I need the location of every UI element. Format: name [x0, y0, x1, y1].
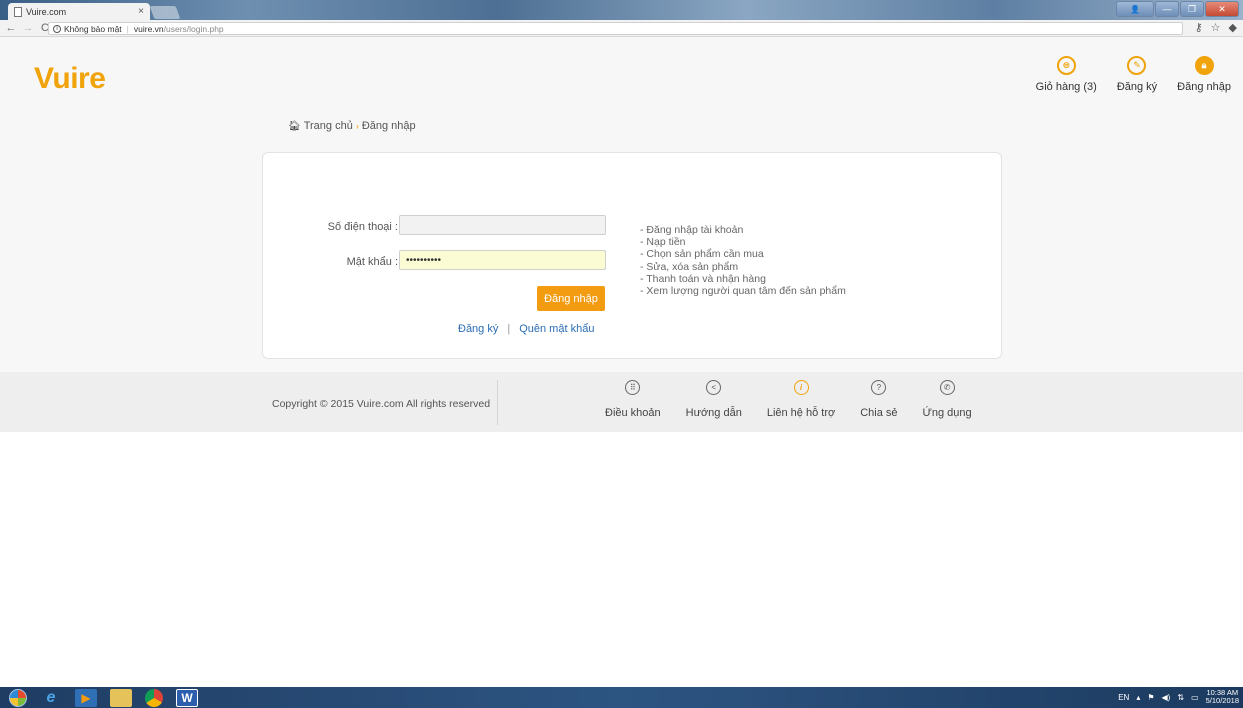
user-profile-button[interactable]: 👤	[1116, 1, 1154, 17]
new-tab-button[interactable]	[149, 6, 181, 19]
system-tray: EN ▴ ⚑ ◀) ⇅ ▭ 10:38 AM 5/10/2018	[1111, 689, 1239, 705]
question-icon: ?	[871, 380, 887, 395]
footer-nav-share[interactable]: ? Chia sẻ	[860, 380, 898, 419]
browser-tab[interactable]: Vuire.com ×	[8, 3, 150, 20]
share-icon: <	[706, 380, 722, 395]
header-nav-login[interactable]: 🔒︎ Đăng nhập	[1177, 56, 1231, 93]
login-button[interactable]: Đăng nhập	[537, 286, 605, 311]
link-separator: |	[507, 323, 511, 335]
key-icon[interactable]: ⚷	[1195, 21, 1203, 34]
login-card: Số điện thoại : Mật khẩu : Đăng nhập Đăn…	[262, 152, 1002, 359]
footer-nav-label: Liên hệ hỗ trợ	[766, 407, 836, 419]
home-icon: 🏠︎	[288, 120, 301, 132]
chevron-right-icon: ›	[355, 121, 359, 131]
extension-icon[interactable]: ◆	[1229, 21, 1237, 34]
browser-tabstrip: Vuire.com × 👤 — ❐ ✕	[0, 0, 1243, 20]
info-icon: i	[793, 380, 809, 395]
maximize-button[interactable]: ❐	[1180, 1, 1204, 17]
footer-nav-label: Chia sẻ	[860, 407, 898, 419]
flag-icon[interactable]: ⚑	[1147, 693, 1154, 702]
breadcrumb: 🏠︎ Trang chủ › Đăng nhập	[288, 120, 416, 132]
tray-chevron-icon[interactable]: ▴	[1136, 693, 1140, 702]
lock-icon: 🔒︎	[1194, 56, 1214, 75]
feature-item: - Xem lượng người quan tâm đến sản phẩm	[640, 285, 846, 298]
back-icon[interactable]: ←	[4, 22, 18, 34]
toolbar-actions: ⚷ ☆ ◆	[1195, 21, 1237, 34]
start-button[interactable]	[9, 688, 27, 707]
password-label: Mật khẩu :	[346, 256, 398, 268]
footer-nav-guide[interactable]: < Hướng dẫn	[686, 380, 742, 419]
site-logo[interactable]: Vuire	[34, 62, 106, 96]
action-center-icon[interactable]: ▭	[1191, 693, 1199, 702]
footer-nav-label: Hướng dẫn	[685, 407, 742, 419]
clock-date: 5/10/2018	[1205, 696, 1239, 705]
footer-nav-support[interactable]: i Liên hệ hỗ trợ	[767, 380, 835, 419]
security-label: Không bảo mật	[64, 23, 122, 34]
tab-title: Vuire.com	[26, 6, 67, 17]
forgot-password-link[interactable]: Quên mật khẩu	[519, 323, 594, 335]
ie-icon[interactable]: e	[40, 689, 62, 707]
pen-icon: ✎	[1127, 56, 1147, 75]
site-footer: Copyright © 2015 Vuire.com All rights re…	[0, 372, 1243, 432]
forward-icon[interactable]: →	[21, 22, 35, 34]
url-separator: |	[126, 23, 129, 34]
file-explorer-icon[interactable]	[110, 688, 132, 707]
page-blank-area	[0, 432, 1243, 687]
footer-nav: ⠿ Điều khoản < Hướng dẫn i Liên hệ hỗ tr…	[605, 380, 997, 419]
phone-icon: ✆	[939, 380, 955, 395]
word-icon[interactable]: W	[176, 688, 198, 707]
password-input[interactable]	[399, 250, 606, 270]
feature-item: - Thanh toán và nhận hàng	[640, 272, 766, 285]
footer-nav-apps[interactable]: ✆ Ứng dụng	[923, 380, 972, 419]
url-domain: vuire.vn	[133, 23, 164, 34]
footer-nav-label: Điều khoản	[605, 407, 661, 419]
language-indicator[interactable]: EN	[1118, 693, 1129, 702]
feature-item: - Chọn sản phẩm cần mua	[640, 248, 764, 261]
minimize-button[interactable]: —	[1155, 1, 1179, 17]
footer-divider	[497, 380, 498, 425]
feature-list: - Đăng nhập tài khoản - Nạp tiền - Chọn …	[640, 224, 846, 297]
header-nav-label: Giỏ hàng (3)	[1035, 81, 1097, 93]
header-nav-label: Đăng ký	[1116, 81, 1158, 93]
os-taskbar: e ▶ W EN ▴ ⚑ ◀) ⇅ ▭ 10:38 AM 5/10/2018	[0, 687, 1243, 708]
cart-icon: ⊜	[1056, 56, 1076, 75]
phone-label: Số điện thoại :	[327, 221, 398, 233]
breadcrumb-current: Đăng nhập	[361, 120, 416, 132]
bookmark-star-icon[interactable]: ☆	[1211, 21, 1221, 34]
info-icon[interactable]: i	[53, 24, 61, 33]
copyright-text: Copyright © 2015 Vuire.com All rights re…	[272, 398, 491, 410]
grid-icon: ⠿	[625, 380, 641, 395]
chrome-icon[interactable]	[145, 688, 163, 707]
tab-close-icon[interactable]: ×	[138, 6, 144, 17]
clock[interactable]: 10:38 AM 5/10/2018	[1206, 689, 1239, 705]
header-nav-register[interactable]: ✎ Đăng ký	[1117, 56, 1157, 93]
footer-nav-label: Ứng dụng	[922, 407, 972, 419]
header-nav: ⊜ Giỏ hàng (3) ✎ Đăng ký 🔒︎ Đăng nhập	[1016, 56, 1231, 93]
feature-item: - Đăng nhập tài khoản	[640, 224, 744, 236]
login-links: Đăng ký | Quên mật khẩu	[458, 323, 594, 335]
header-nav-label: Đăng nhập	[1177, 81, 1231, 93]
page-icon	[14, 6, 22, 17]
breadcrumb-home-link[interactable]: Trang chủ	[304, 120, 353, 132]
feature-item: - Sửa, xóa sản phẩm	[640, 260, 739, 273]
close-window-button[interactable]: ✕	[1205, 1, 1239, 17]
footer-nav-terms[interactable]: ⠿ Điều khoản	[605, 380, 661, 419]
window-controls: 👤 — ❐ ✕	[1116, 1, 1239, 17]
header-nav-cart[interactable]: ⊜ Giỏ hàng (3)	[1036, 56, 1097, 93]
url-path: /users/login.php	[163, 23, 224, 34]
network-icon[interactable]: ⇅	[1177, 693, 1184, 702]
register-link[interactable]: Đăng ký	[458, 323, 498, 335]
phone-input[interactable]	[399, 215, 606, 235]
browser-toolbar: ← → C i Không bảo mật | vuire.vn /users/…	[0, 20, 1243, 37]
address-bar[interactable]: i Không bảo mật | vuire.vn /users/login.…	[48, 22, 1183, 35]
volume-icon[interactable]: ◀)	[1162, 693, 1171, 702]
feature-item: - Nạp tiền	[640, 236, 686, 249]
media-player-icon[interactable]: ▶	[75, 688, 97, 707]
